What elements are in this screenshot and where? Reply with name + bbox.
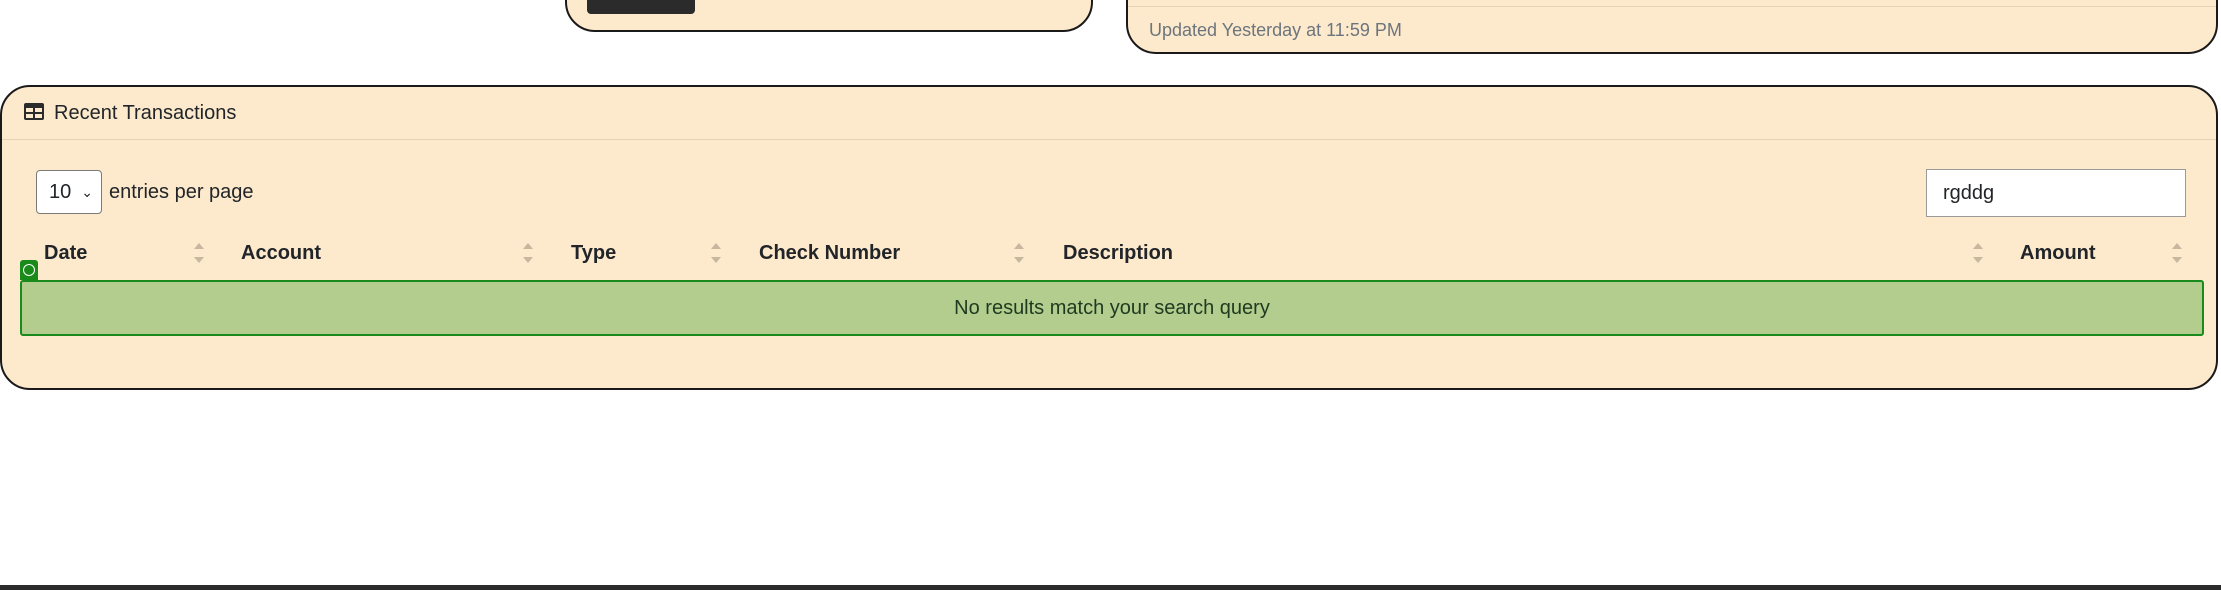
sort-icon [2172,239,2184,269]
card-header: Recent Transactions [2,87,2216,140]
entries-per-page-value: 10 [49,181,72,203]
entries-per-page-select[interactable]: 10 ⌄ [36,170,102,214]
recent-transactions-card: Recent Transactions 10 ⌄ entries per pag… [0,85,2218,390]
account-card-partial: Updated Yesterday at 11:59 PM [1126,0,2218,54]
column-header-type[interactable]: Type [571,242,616,265]
summary-card-partial [565,0,1093,32]
sort-icon [1973,239,1985,269]
updated-timestamp: Updated Yesterday at 11:59 PM [1149,20,1402,40]
chevron-down-icon: ⌄ [81,184,93,200]
sort-icon [194,239,206,269]
column-header-amount[interactable]: Amount [2020,242,2096,265]
entries-per-page-label: entries per page [109,181,254,203]
card-title: Recent Transactions [54,102,237,124]
sort-icon [711,239,723,269]
column-header-description[interactable]: Description [1063,242,1173,265]
column-header-date[interactable]: Date [44,242,87,265]
card-action-button[interactable] [587,0,695,14]
target-icon [20,260,38,280]
card-divider [1128,6,2216,7]
empty-results-message: No results match your search query [954,297,1270,319]
bottom-bar [0,585,2221,590]
sort-icon [523,239,535,269]
sort-icon [1014,239,1026,269]
empty-results-row: No results match your search query [20,280,2204,336]
table-icon [24,103,44,120]
search-input[interactable]: rgddg [1926,169,2186,217]
column-header-check-number[interactable]: Check Number [759,242,900,265]
column-header-account[interactable]: Account [241,242,321,265]
